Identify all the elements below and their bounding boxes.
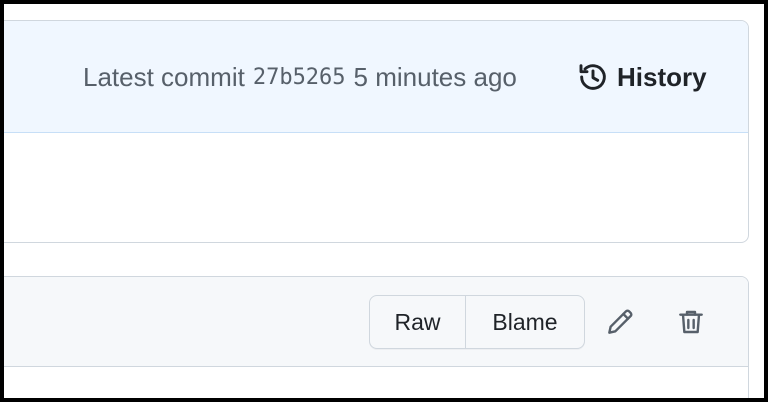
- history-link[interactable]: History: [577, 21, 707, 133]
- commit-sha-link[interactable]: 27b5265: [253, 65, 346, 90]
- delete-file-button[interactable]: [671, 301, 711, 343]
- blame-button[interactable]: Blame: [466, 296, 584, 348]
- raw-button[interactable]: Raw: [370, 296, 466, 348]
- latest-commit-box: Latest commit 27b5265 5 minutes ago Hist…: [4, 20, 749, 243]
- commit-prefix: Latest commit: [83, 61, 245, 92]
- commit-header: Latest commit 27b5265 5 minutes ago Hist…: [4, 21, 748, 133]
- file-header-toolbar: Raw Blame: [4, 277, 748, 367]
- history-label: History: [617, 61, 707, 92]
- edit-file-button[interactable]: [600, 301, 640, 343]
- trash-icon: [679, 310, 703, 334]
- file-viewer-box: Raw Blame: [4, 276, 749, 398]
- commit-info: Latest commit 27b5265 5 minutes ago: [83, 21, 517, 133]
- commit-time: 5 minutes ago: [353, 61, 517, 92]
- pencil-icon: [608, 309, 633, 334]
- viewport: Latest commit 27b5265 5 minutes ago Hist…: [4, 4, 764, 398]
- raw-blame-button-group: Raw Blame: [369, 295, 585, 349]
- history-icon: [579, 64, 606, 90]
